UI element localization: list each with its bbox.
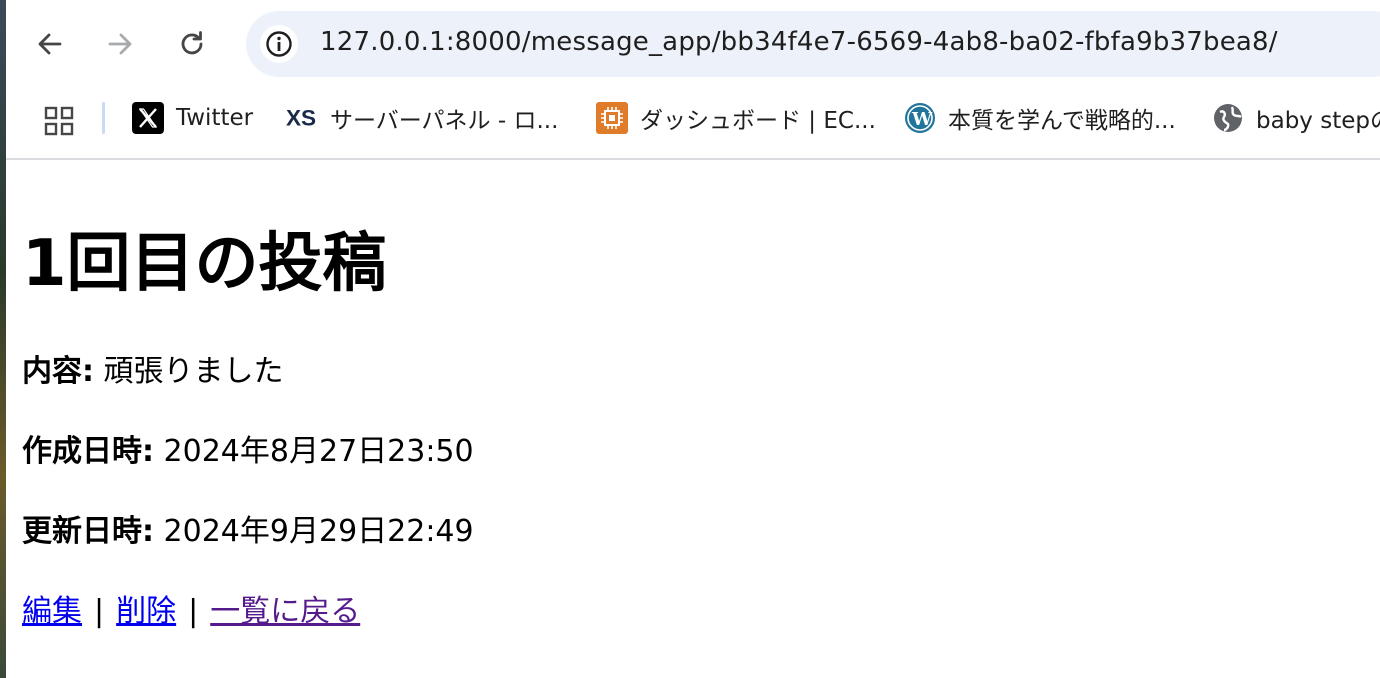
updated-at-field: 更新日時: 2024年9月29日22:49 (22, 506, 474, 550)
content-label: 内容: (22, 354, 94, 389)
delete-link[interactable]: 削除 (116, 594, 176, 629)
bookmark-label: 本質を学んで戦略的... (948, 108, 1176, 134)
info-circle-icon (266, 31, 292, 57)
updated-at-label: 更新日時: (22, 514, 154, 549)
arrow-left-icon (38, 33, 62, 55)
updated-at-value: 2024年9月29日22:49 (163, 514, 474, 549)
created-at-label: 作成日時: (22, 434, 154, 469)
bookmark-server-panel[interactable]: XS サーバーパネル - ロ... (286, 100, 558, 136)
bookmark-label: サーバーパネル - ロ... (330, 108, 559, 134)
site-info-icon[interactable] (260, 25, 298, 63)
bookmark-label: ダッシュボード | EC... (640, 108, 876, 134)
svg-text:XS: XS (286, 106, 316, 131)
reload-icon (181, 31, 203, 55)
link-separator: | (94, 594, 105, 629)
link-separator: | (188, 594, 199, 629)
bookmark-twitter[interactable]: Twitter (132, 100, 253, 136)
forward-button[interactable] (100, 24, 140, 64)
address-bar[interactable]: 127.0.0.1:8000/message_app/bb34f4e7-6569… (246, 11, 1380, 77)
wordpress-icon: W (904, 102, 936, 134)
content-value: 頑張りました (103, 354, 284, 389)
bookmark-wordpress[interactable]: W 本質を学んで戦略的... (904, 100, 1176, 136)
arrow-right-icon (108, 33, 132, 55)
browser-window: 127.0.0.1:8000/message_app/bb34f4e7-6569… (6, 0, 1380, 678)
x-logo-icon (132, 102, 164, 134)
bookmark-dashboard[interactable]: ダッシュボード | EC... (596, 100, 876, 136)
page-title: 1回目の投稿 (22, 227, 387, 301)
browser-toolbar: 127.0.0.1:8000/message_app/bb34f4e7-6569… (6, 0, 1380, 88)
globe-icon (1212, 102, 1244, 134)
edit-link[interactable]: 編集 (22, 594, 82, 629)
url-text[interactable]: 127.0.0.1:8000/message_app/bb34f4e7-6569… (320, 27, 1278, 57)
reload-button[interactable] (172, 24, 212, 64)
bookmarks-bar: Twitter XS サーバーパネル - ロ... ダッシュボード | EC..… (6, 88, 1380, 160)
bookmarks-divider (102, 102, 105, 134)
xs-logo-icon: XS (286, 102, 318, 134)
back-button[interactable] (30, 24, 70, 64)
created-at-field: 作成日時: 2024年8月27日23:50 (22, 426, 474, 470)
bookmark-baby-step[interactable]: baby stepの (1212, 100, 1380, 136)
content-field: 内容: 頑張りました (22, 346, 284, 390)
bookmark-label: baby stepの (1256, 108, 1380, 134)
svg-text:W: W (911, 109, 933, 130)
back-to-list-link[interactable]: 一覧に戻る (210, 594, 360, 629)
apps-grid-icon[interactable] (44, 106, 74, 136)
action-links: 編集 | 削除 | 一覧に戻る (22, 586, 360, 630)
aws-ec2-icon (596, 102, 628, 134)
created-at-value: 2024年8月27日23:50 (163, 434, 474, 469)
bookmark-label: Twitter (176, 105, 254, 131)
